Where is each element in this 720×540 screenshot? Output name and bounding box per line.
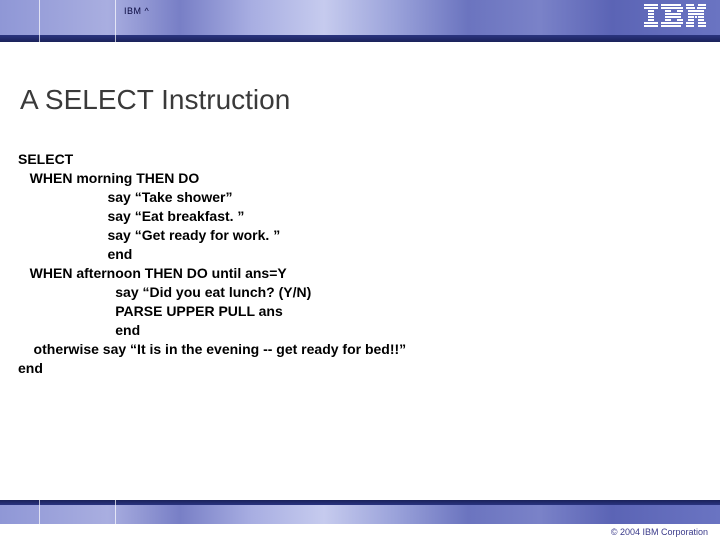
footer-divider — [39, 500, 40, 524]
footer-divider — [115, 500, 116, 524]
header-divider — [115, 0, 116, 42]
header-band — [0, 0, 720, 42]
ibm-logo-icon — [644, 4, 706, 30]
header-divider — [39, 0, 40, 42]
copyright-text: © 2004 IBM Corporation — [611, 527, 708, 537]
brand-small-text: IBM ^ — [124, 6, 149, 16]
code-block: SELECT WHEN morning THEN DO say “Take sh… — [18, 150, 406, 378]
footer-band — [0, 500, 720, 524]
page-title: A SELECT Instruction — [20, 84, 290, 116]
